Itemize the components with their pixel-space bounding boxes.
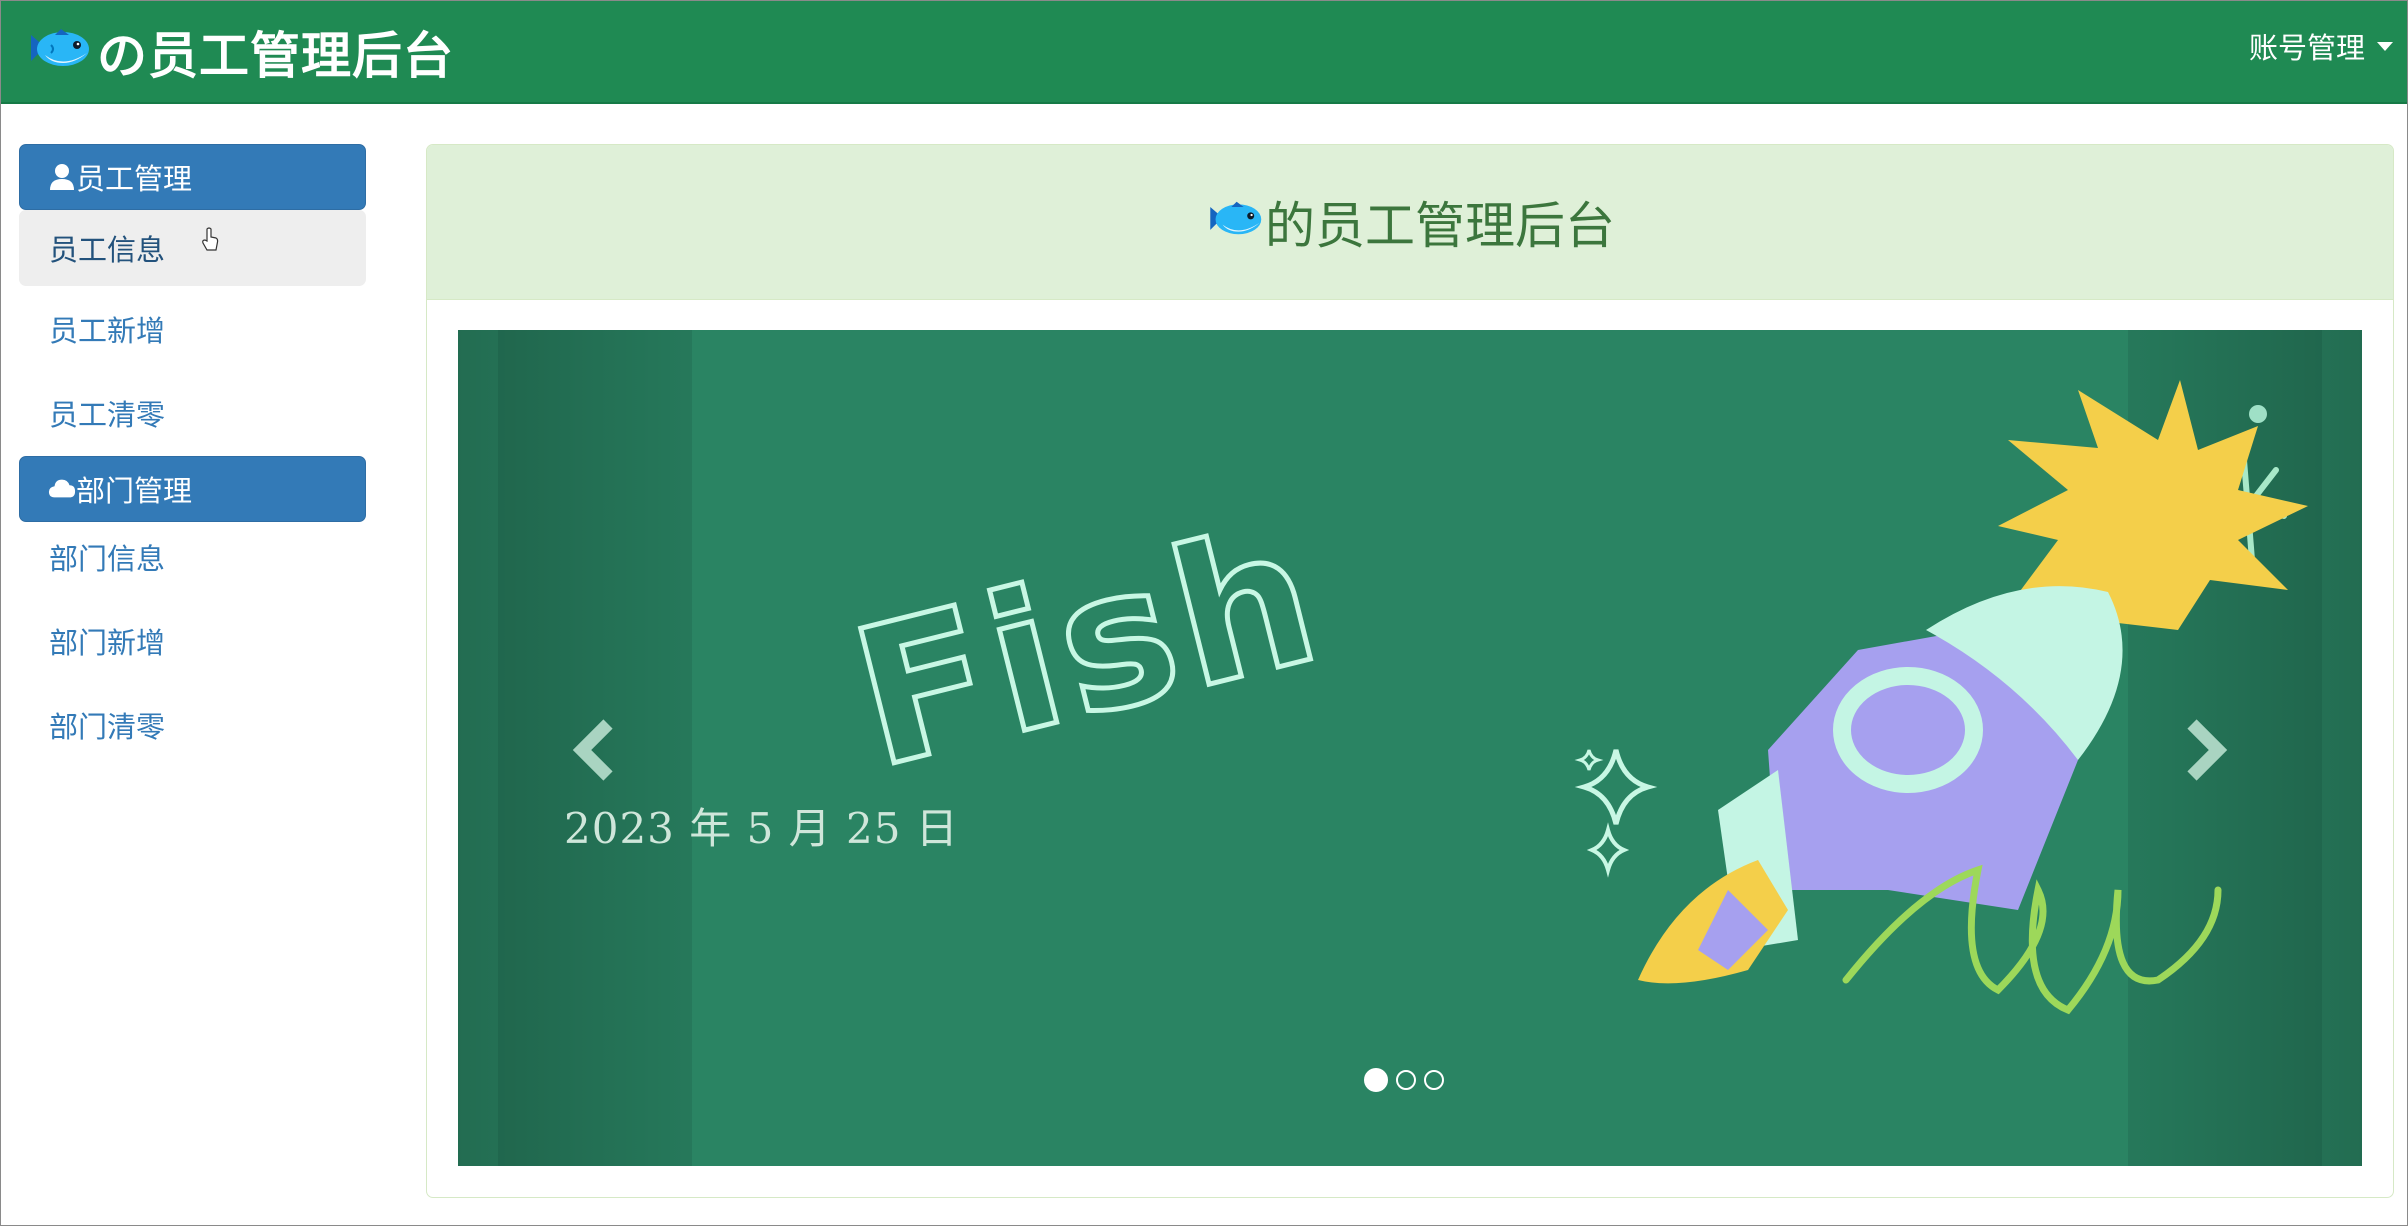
caret-down-icon [2377, 41, 2393, 51]
sidebar-group-department[interactable]: 部门管理 [19, 456, 366, 522]
account-menu-label: 账号管理 [2248, 31, 2365, 65]
sidebar-item-label: 部门信息 [49, 542, 166, 576]
carousel-indicators [1364, 1068, 1444, 1092]
sidebar-item-label: 员工信息 [49, 233, 166, 267]
sidebar-group-employee[interactable]: 员工管理 [19, 144, 366, 210]
carousel-next-chevron-icon[interactable] [2162, 710, 2242, 790]
sidebar: 员工管理 员工信息 员工新增 员工清零 部门管理 部门信息 部门新增 部门清零 [19, 144, 366, 760]
sidebar-item-label: 部门新增 [49, 626, 166, 660]
carousel-indicator-3[interactable] [1424, 1070, 1444, 1090]
brand-title: の员工管理后台 [97, 27, 454, 85]
app-window: の员工管理后台 账号管理 员工管理 员工信息 员工新增 员工清零 部门管理 部门… [0, 0, 2408, 1226]
slide-illustration: Fish [832, 380, 2308, 1015]
account-menu-toggle[interactable]: 账号管理 [2249, 25, 2393, 67]
sidebar-item-employee-clear[interactable]: 员工清零 [19, 378, 366, 448]
hand-cursor-icon [202, 227, 219, 251]
sidebar-item-department-info[interactable]: 部门信息 [19, 522, 366, 592]
top-navbar: の员工管理后台 账号管理 [1, 1, 2407, 104]
carousel-prev-chevron-icon[interactable] [558, 710, 638, 790]
panel-heading-title: 的员工管理后台 [1265, 197, 1615, 255]
panel-heading: 的员工管理后台 [427, 145, 2393, 300]
sidebar-group-title: 员工管理 [76, 162, 193, 196]
user-icon [50, 164, 74, 190]
slide-caption: 2023 年 5 月 25 日 [564, 804, 959, 853]
fish-icon [1210, 201, 1262, 235]
sidebar-item-department-add[interactable]: 部门新增 [19, 606, 366, 676]
sidebar-item-employee-info[interactable]: 员工信息 [19, 210, 366, 286]
sidebar-item-label: 员工清零 [49, 398, 166, 432]
sidebar-item-label: 员工新增 [49, 314, 166, 348]
fish-icon [31, 29, 89, 66]
sidebar-item-employee-add[interactable]: 员工新增 [19, 294, 366, 364]
carousel-indicator-2[interactable] [1396, 1070, 1416, 1090]
sidebar-item-label: 部门清零 [49, 710, 166, 744]
sidebar-group-title: 部门管理 [76, 474, 193, 508]
slide-art-text: Fish [835, 483, 1342, 810]
sidebar-item-department-clear[interactable]: 部门清零 [19, 690, 366, 760]
image-carousel[interactable]: Fish 2023 年 5 月 25 日 [458, 330, 2362, 1166]
carousel-indicator-1[interactable] [1364, 1068, 1388, 1092]
brand[interactable]: の员工管理后台 [25, 19, 454, 85]
main-panel: 的员工管理后台 Fish 2023 年 5 月 25 日 [426, 144, 2394, 1198]
cloud-icon [48, 479, 76, 498]
